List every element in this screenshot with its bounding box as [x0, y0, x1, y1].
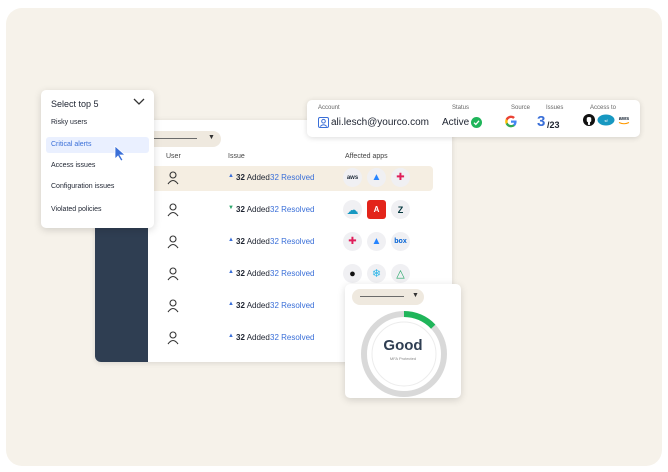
table-row[interactable]: ▲ 32 Added 32 Resolved ✚ ▲ box [147, 230, 433, 255]
affected-apps: ✚ ▲ box [343, 232, 410, 251]
gauge-label: Good [383, 337, 423, 354]
google-icon [505, 115, 517, 128]
access-label: Access to [590, 105, 617, 111]
issues-resolved-link[interactable]: 32 Resolved [270, 269, 314, 278]
trend-up-icon: ▲ [228, 173, 234, 179]
trend-up-icon: ▲ [228, 333, 234, 339]
column-header-issue: Issue [228, 153, 245, 160]
gauge-filter-dropdown[interactable]: ▼ [352, 289, 424, 305]
chevron-down-icon[interactable] [133, 97, 145, 107]
issues-resolved-link[interactable]: 32 Resolved [270, 237, 314, 246]
issues-resolved-link[interactable]: 32 Resolved [270, 205, 314, 214]
adobe-icon[interactable]: A [367, 200, 386, 219]
box-icon[interactable]: box [391, 232, 410, 251]
account-status: Active [442, 117, 470, 128]
zendesk-icon[interactable]: Z [391, 200, 410, 219]
affected-apps: ● ❄ △ [343, 264, 410, 283]
issues-added: 32 Added [236, 301, 270, 310]
account-label: Account [318, 105, 340, 111]
dropdown-title: Select top 5 [51, 99, 99, 109]
user-icon [167, 171, 179, 185]
affected-apps: ☁ A Z [343, 200, 410, 219]
menu-item-violated-policies[interactable]: Violated policies [46, 202, 149, 218]
check-circle-icon [471, 117, 482, 128]
github-icon [583, 114, 595, 126]
salesforce-icon[interactable]: ☁ [343, 200, 362, 219]
filter-placeholder-line [153, 138, 197, 139]
issues-resolved-link[interactable]: 32 Resolved [270, 173, 314, 182]
issues-added: 32 Added [236, 269, 270, 278]
gdrive-icon[interactable]: △ [391, 264, 410, 283]
aws-icon[interactable]: aws [343, 168, 362, 187]
issues-count: 3 [537, 113, 546, 130]
issues-added: 32 Added [236, 173, 270, 182]
menu-item-access-issues[interactable]: Access issues [46, 158, 149, 174]
column-header-apps: Affected apps [345, 153, 388, 160]
issues-total: /23 [547, 120, 560, 130]
issues-resolved-link[interactable]: 32 Resolved [270, 301, 314, 310]
issues-added: 32 Added [236, 205, 270, 214]
user-icon [167, 235, 179, 249]
mfa-gauge [361, 311, 447, 397]
aws-icon: aws [618, 116, 630, 125]
issues-resolved-link[interactable]: 32 Resolved [270, 333, 314, 342]
salesforce-icon: sf [597, 114, 615, 126]
select-top-dropdown[interactable]: Select top 5 Risky users Critical alerts… [41, 90, 154, 228]
account-card: Account Status Source Issues Access to a… [307, 100, 640, 137]
mfa-gauge-card: ▼ Good MFA Protected [345, 284, 461, 398]
mouse-pointer-icon [114, 145, 127, 161]
gauge-sublabel: MFA Protected [389, 356, 417, 361]
menu-item-configuration-issues[interactable]: Configuration issues [46, 179, 149, 195]
table-row[interactable]: ▲ 32 Added 32 Resolved aws ▲ ✚ [147, 166, 433, 191]
user-icon [167, 331, 179, 345]
user-icon [167, 299, 179, 313]
slack-icon[interactable]: ✚ [343, 232, 362, 251]
status-label: Status [452, 105, 470, 111]
atlassian-icon[interactable]: ▲ [367, 232, 386, 251]
github-icon[interactable]: ● [343, 264, 362, 283]
issues-added: 32 Added [236, 237, 270, 246]
affected-apps: aws ▲ ✚ [343, 168, 410, 187]
user-icon [167, 203, 179, 217]
filter-dropdown[interactable]: ▼ [145, 131, 221, 147]
menu-item-risky-users[interactable]: Risky users [46, 115, 149, 131]
trend-up-icon: ▲ [228, 237, 234, 243]
user-icon [167, 267, 179, 281]
access-icons: sf aws [583, 114, 631, 126]
trend-down-icon: ▼ [228, 205, 234, 211]
account-email[interactable]: ali.lesch@yourco.com [331, 117, 429, 128]
gauge-inner-ring [371, 321, 437, 387]
user-badge-icon [318, 117, 329, 128]
column-header-user: User [166, 153, 181, 160]
gauge-filter-placeholder-line [360, 296, 404, 297]
source-label: Source [511, 105, 531, 111]
caret-down-icon: ▼ [412, 292, 419, 299]
menu-item-critical-alerts[interactable]: Critical alerts [46, 137, 149, 153]
trend-up-icon: ▲ [228, 301, 234, 307]
snowflake-icon[interactable]: ❄ [367, 264, 386, 283]
slack-icon[interactable]: ✚ [391, 168, 410, 187]
issues-added: 32 Added [236, 333, 270, 342]
issues-label: Issues [546, 105, 564, 111]
caret-down-icon: ▼ [208, 134, 215, 141]
table-row[interactable]: ▼ 32 Added 32 Resolved ☁ A Z [147, 198, 433, 223]
atlassian-icon[interactable]: ▲ [367, 168, 386, 187]
svg-text:aws: aws [619, 116, 629, 122]
trend-up-icon: ▲ [228, 269, 234, 275]
